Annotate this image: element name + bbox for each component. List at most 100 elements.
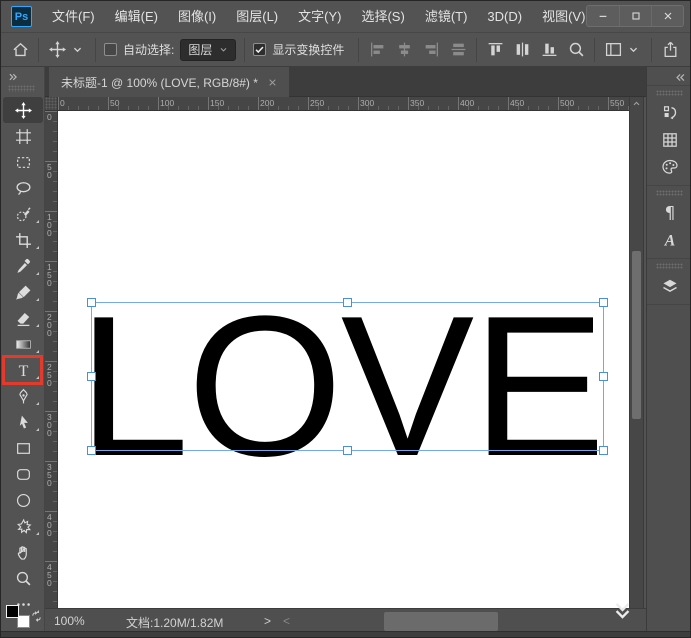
history-icon[interactable]	[647, 99, 690, 126]
menu-item[interactable]: 文件(F)	[42, 2, 105, 32]
transform-handle-top-left[interactable]	[87, 298, 96, 307]
close-icon[interactable]	[268, 78, 277, 87]
lasso-tool[interactable]	[3, 175, 43, 201]
align-center-h-icon[interactable]	[394, 40, 414, 60]
layers-panel-icon[interactable]	[647, 272, 690, 299]
ruler-label: 150	[210, 98, 225, 108]
ruler-label: 4 5 0	[47, 562, 52, 588]
window-bottom-edge	[1, 631, 690, 637]
vertical-scrollbar-thumb[interactable]	[632, 251, 641, 419]
menu-item[interactable]: 图层(L)	[226, 2, 288, 32]
align-left-icon[interactable]	[367, 40, 387, 60]
close-window-icon[interactable]	[651, 6, 683, 26]
status-next-chevron[interactable]: >	[264, 614, 271, 628]
transform-handle-middle-right[interactable]	[599, 372, 608, 381]
menu-item[interactable]: 滤镜(T)	[415, 2, 478, 32]
svg-text:A: A	[663, 232, 675, 249]
align-right-icon[interactable]	[421, 40, 441, 60]
dropdown-value: 图层	[188, 43, 213, 57]
character-panel-icon[interactable]: A	[647, 226, 690, 253]
align-bottom-icon[interactable]	[539, 40, 559, 60]
horizontal-ruler[interactable]: 0 50 100 150 200 250 300 350 400 450 500 550	[45, 97, 629, 111]
color-swatches[interactable]	[6, 605, 32, 628]
menu-item[interactable]: 图像(I)	[168, 2, 226, 32]
home-icon[interactable]	[10, 40, 30, 60]
rectangle-tool[interactable]	[3, 435, 43, 461]
marquee-tool[interactable]	[3, 149, 43, 175]
panel-gripper[interactable]	[656, 90, 683, 96]
arrange-icons-group	[485, 40, 586, 60]
align-top-icon[interactable]	[485, 40, 505, 60]
tool-list: T	[1, 97, 43, 617]
paragraph-panel-icon[interactable]: ¶	[647, 199, 690, 226]
double-chevron-down-icon[interactable]	[613, 601, 632, 620]
vertical-ruler[interactable]: 0 5 0 1 0 0 1 5 0 2 0 0 2 5 0 3 0 0 3 5 0 4 0 0 4…	[45, 111, 58, 608]
menu-item[interactable]: 编辑(E)	[105, 2, 168, 32]
ruler-label: 3 5 0	[47, 462, 52, 488]
toolbar-gripper[interactable]	[8, 85, 35, 92]
menu-item[interactable]: 选择(S)	[351, 2, 414, 32]
ruler-origin-box[interactable]	[45, 97, 58, 110]
options-bar: 自动选择: 图层 显示变换控件	[1, 33, 690, 67]
ellipse-tool[interactable]	[3, 487, 43, 513]
double-chevron-left-icon[interactable]	[675, 72, 686, 82]
menu-item[interactable]: 文字(Y)	[288, 2, 351, 32]
brush-tool[interactable]	[3, 279, 43, 305]
distribute-h-icon[interactable]	[512, 40, 532, 60]
tool-panel: T	[1, 67, 45, 631]
swap-colors-icon[interactable]	[30, 610, 43, 624]
artboard-tool[interactable]	[3, 123, 43, 149]
status-prev-chevron[interactable]: <	[283, 614, 290, 628]
path-selection-tool[interactable]	[3, 409, 43, 435]
zoom-level-field[interactable]: 100%	[54, 614, 85, 628]
minimize-icon[interactable]	[587, 6, 619, 26]
swatches-icon[interactable]	[647, 126, 690, 153]
rounded-rectangle-tool[interactable]	[3, 461, 43, 487]
ruler-label: 0	[47, 112, 52, 122]
menu-item[interactable]: 3D(D)	[477, 2, 532, 32]
gradient-tool[interactable]	[3, 331, 43, 357]
color-palette-icon[interactable]	[647, 153, 690, 180]
zoom-tool[interactable]	[3, 565, 43, 591]
document-tab[interactable]: 未标题-1 @ 100% (LOVE, RGB/8#) *	[49, 67, 289, 97]
foreground-color-swatch[interactable]	[6, 605, 19, 618]
vertical-ruler-scale: 0 5 0 1 0 0 1 5 0 2 0 0 2 5 0 3 0 0 3 5 0 4 0 0 4…	[45, 111, 57, 608]
auto-select-target-dropdown[interactable]: 图层	[180, 38, 237, 61]
crop-tool[interactable]	[3, 227, 43, 253]
type-tool[interactable]: T	[3, 357, 43, 383]
ruler-label: 450	[510, 98, 525, 108]
double-chevron-right-icon[interactable]	[8, 72, 18, 81]
pen-tool[interactable]	[3, 383, 43, 409]
show-transform-checkbox[interactable]	[253, 43, 267, 56]
transform-handle-top-center[interactable]	[343, 298, 352, 307]
auto-select-checkbox[interactable]	[104, 43, 117, 56]
hand-tool[interactable]	[3, 539, 43, 565]
horizontal-scrollbar-thumb[interactable]	[384, 612, 498, 631]
move-tool[interactable]	[3, 97, 43, 123]
transform-handle-bottom-right[interactable]	[599, 446, 608, 455]
transform-handle-top-right[interactable]	[599, 298, 608, 307]
document-canvas[interactable]: LOVE	[58, 111, 629, 608]
quick-selection-tool[interactable]	[3, 201, 43, 227]
eyedropper-tool[interactable]	[3, 253, 43, 279]
move-icon[interactable]	[47, 40, 67, 60]
separator	[244, 37, 246, 62]
chevron-down-icon[interactable]	[67, 40, 87, 60]
custom-shape-tool[interactable]	[3, 513, 43, 539]
zoom-tool-icon	[15, 570, 32, 587]
transform-bounding-box[interactable]	[87, 298, 608, 455]
chevron-up-icon[interactable]	[632, 99, 641, 108]
workspace-icon[interactable]	[603, 40, 623, 60]
search-icon[interactable]	[566, 40, 586, 60]
share-icon[interactable]	[660, 40, 680, 60]
panel-gripper[interactable]	[656, 190, 683, 196]
chevron-down-icon[interactable]	[623, 40, 643, 60]
eraser-tool[interactable]	[3, 305, 43, 331]
maximize-icon[interactable]	[619, 6, 651, 26]
distribute-v-icon[interactable]	[448, 40, 468, 60]
transform-handle-bottom-left[interactable]	[87, 446, 96, 455]
transform-handle-bottom-center[interactable]	[343, 446, 352, 455]
panel-gripper[interactable]	[656, 263, 683, 269]
vertical-scrollbar[interactable]	[629, 97, 644, 608]
transform-handle-middle-left[interactable]	[87, 372, 96, 381]
